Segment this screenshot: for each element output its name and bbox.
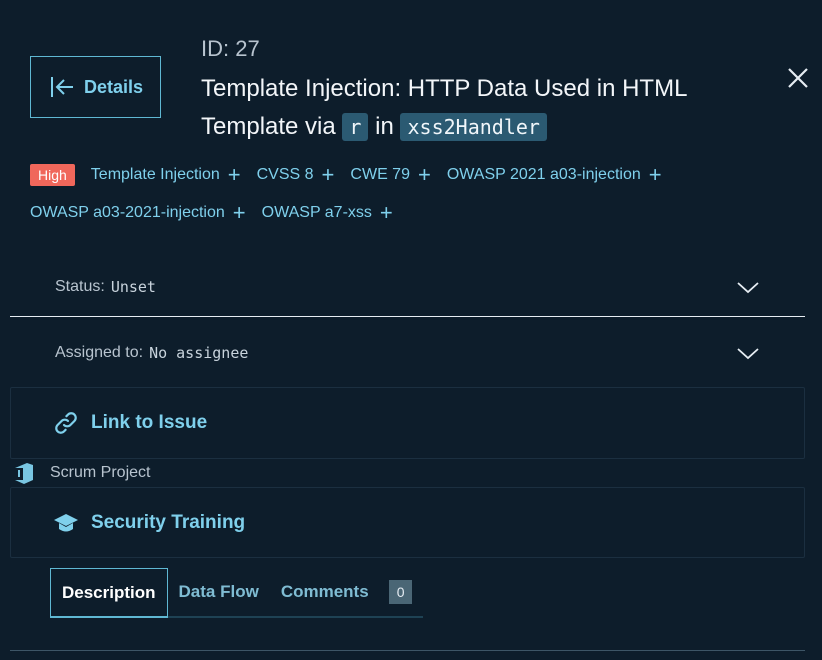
- chevron-down-icon: [737, 348, 759, 360]
- detail-tabs: Description Data Flow Comments 0: [50, 568, 424, 618]
- tag-label: OWASP a7-xss: [261, 204, 372, 221]
- plus-icon: +: [232, 200, 246, 225]
- tag-owasp-a03[interactable]: OWASP a03-2021-injection +: [30, 200, 246, 225]
- arrow-left-bar-icon: [50, 77, 73, 97]
- link-to-issue-button[interactable]: Link to Issue: [10, 387, 805, 459]
- azure-devops-icon: [15, 463, 33, 484]
- tag-cwe[interactable]: CWE 79 +: [350, 162, 431, 187]
- close-icon[interactable]: [786, 66, 810, 90]
- plus-icon: +: [227, 162, 241, 187]
- tag-label: OWASP a03-2021-injection: [30, 204, 225, 221]
- scrum-project-item[interactable]: Scrum Project: [12, 460, 150, 486]
- graduation-cap-icon: [54, 513, 78, 531]
- tab-description[interactable]: Description: [50, 568, 168, 618]
- tag-label: CVSS 8: [256, 166, 314, 183]
- assigned-label: Assigned to:: [55, 344, 144, 361]
- assignee-dropdown[interactable]: Assigned to: No assignee: [10, 323, 805, 383]
- security-training-label: Security Training: [91, 511, 246, 533]
- tag-label: OWASP 2021 a03-injection: [446, 166, 641, 183]
- tags-row-1: High Template Injection + CVSS 8 + CWE 79 +…: [30, 164, 662, 186]
- plus-icon: +: [321, 162, 335, 187]
- plus-icon: +: [648, 162, 662, 187]
- chevron-down-icon: [737, 282, 759, 294]
- status-dropdown[interactable]: Status: Unset: [10, 257, 805, 317]
- security-training-button[interactable]: Security Training: [10, 487, 805, 558]
- assigned-value: No assignee: [149, 344, 249, 362]
- tag-owasp-a7[interactable]: OWASP a7-xss +: [261, 200, 393, 225]
- tab-data-flow[interactable]: Data Flow: [167, 568, 270, 618]
- tag-owasp-2021[interactable]: OWASP 2021 a03-injection +: [446, 162, 662, 187]
- back-button-label: Details: [83, 76, 144, 97]
- tags-row-2: OWASP a03-2021-injection + OWASP a7-xss +: [30, 200, 393, 225]
- divider: [10, 650, 805, 651]
- plus-icon: +: [417, 162, 431, 187]
- title-text-part2: in: [375, 113, 394, 140]
- tab-comments-label: Comments: [280, 582, 369, 601]
- link-to-issue-label: Link to Issue: [91, 412, 208, 433]
- title-code-handler: xss2Handler: [400, 113, 547, 141]
- scrum-project-label: Scrum Project: [50, 464, 151, 481]
- tag-label: CWE 79: [350, 166, 410, 183]
- comments-count-badge: 0: [388, 580, 413, 604]
- back-to-details-button[interactable]: Details: [30, 56, 161, 118]
- finding-id: ID: 27: [201, 36, 260, 61]
- finding-title: Template Injection: HTTP Data Used in HT…: [201, 70, 761, 146]
- tab-data-flow-label: Data Flow: [178, 582, 259, 601]
- tab-description-label: Description: [62, 582, 156, 602]
- plus-icon: +: [379, 200, 393, 225]
- link-icon: [55, 412, 77, 434]
- tab-comments[interactable]: Comments 0: [269, 568, 424, 618]
- title-code-variable: r: [342, 113, 369, 141]
- severity-badge: High: [30, 164, 75, 186]
- tag-cvss[interactable]: CVSS 8 +: [256, 162, 335, 187]
- status-label: Status:: [55, 277, 105, 295]
- status-value: Unset: [110, 277, 156, 296]
- tag-label: Template Injection: [90, 166, 220, 183]
- tag-template-injection[interactable]: Template Injection +: [90, 162, 241, 187]
